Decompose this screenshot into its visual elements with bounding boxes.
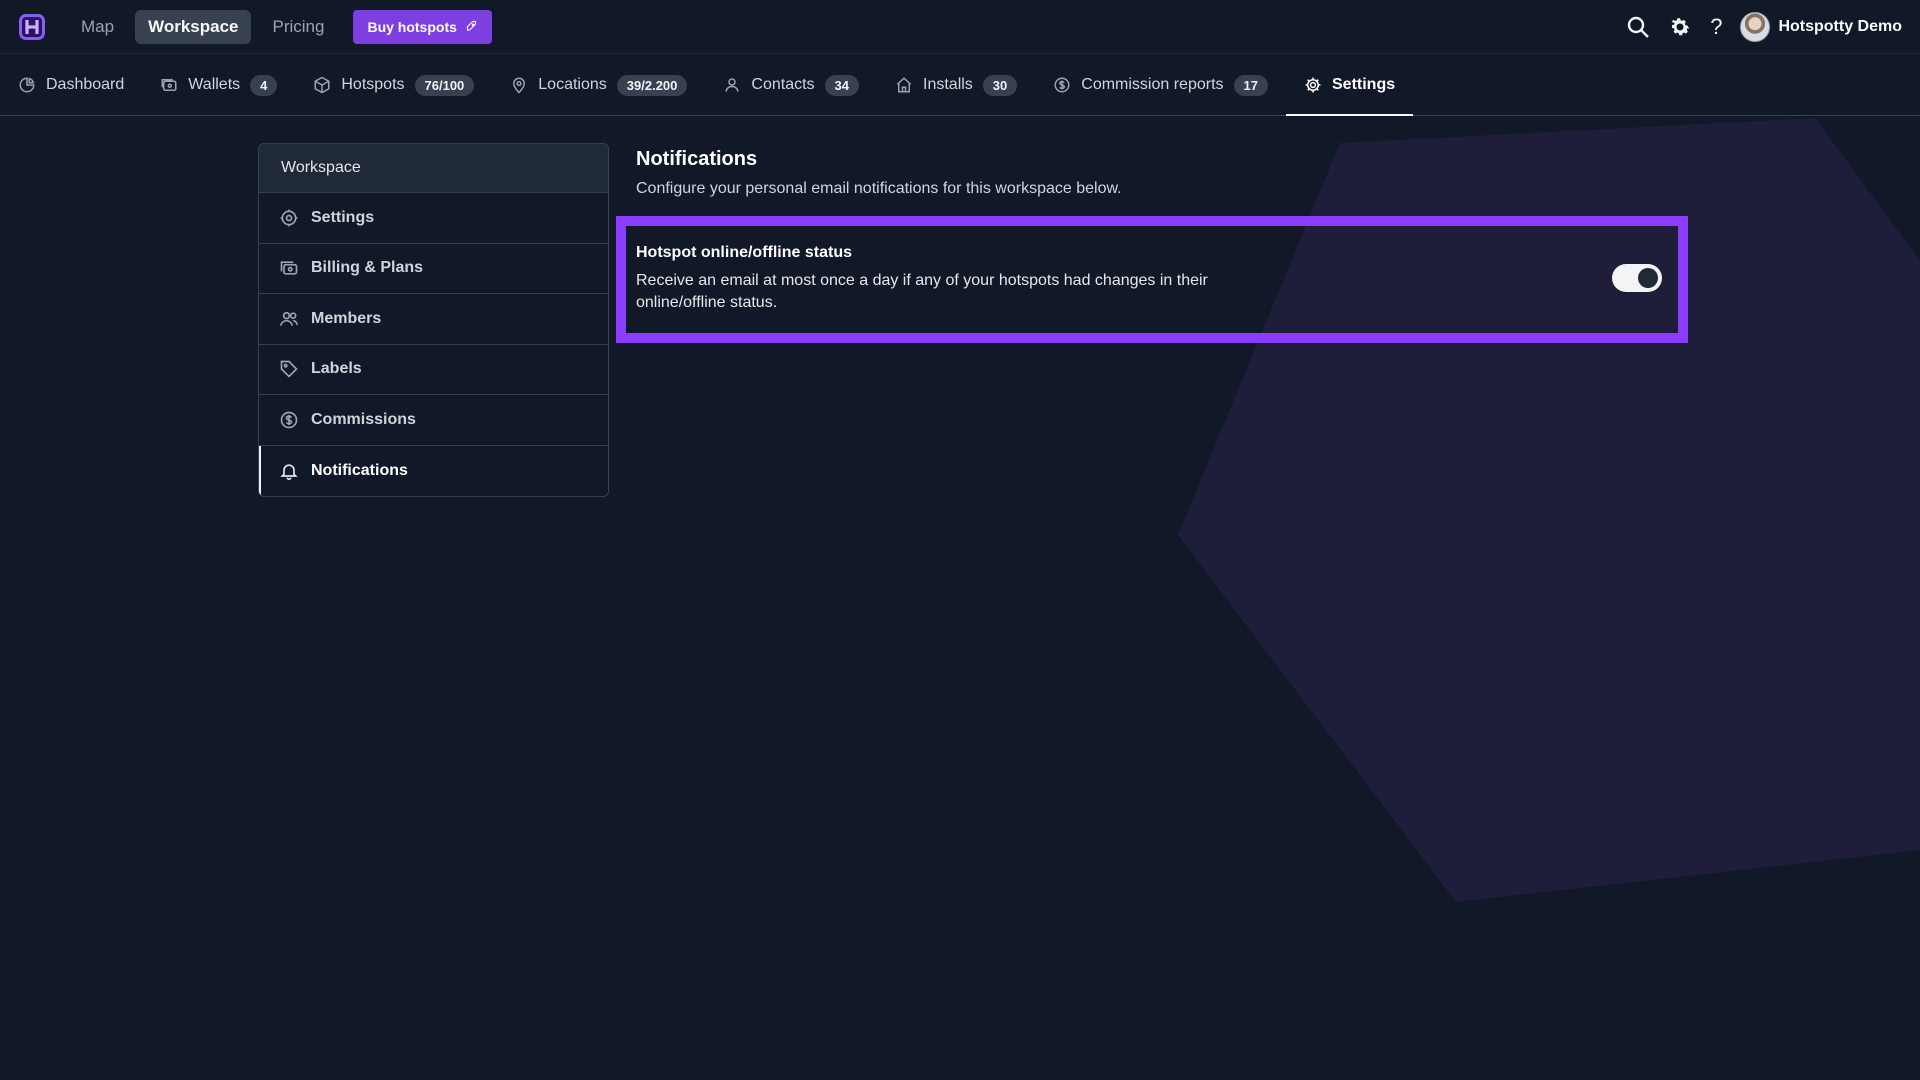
members-icon: [279, 311, 299, 326]
tab-settings[interactable]: Settings: [1286, 55, 1414, 116]
gear-icon: [1305, 77, 1321, 93]
dollar-circle-icon: [280, 411, 298, 429]
tab-commission-reports-count: 17: [1233, 74, 1268, 96]
location-pin-icon: [513, 77, 526, 94]
topnav-map[interactable]: Map: [68, 10, 127, 44]
gear-icon[interactable]: [1668, 15, 1692, 39]
tab-contacts[interactable]: Contacts 34: [723, 55, 859, 115]
dollar-circle-icon: [1054, 77, 1070, 93]
sidebar-item-label: Commissions: [311, 410, 416, 428]
tab-installs-label: Installs: [923, 76, 973, 93]
tab-hotspots-label: Hotspots: [341, 76, 405, 93]
tab-commission-reports[interactable]: Commission reports 17: [1053, 55, 1268, 115]
tab-hotspots[interactable]: Hotspots 76/100: [313, 55, 475, 115]
sidebar-item-settings[interactable]: Settings: [259, 193, 608, 244]
avatar: [1740, 11, 1771, 42]
dashboard-icon: [19, 77, 35, 93]
tab-contacts-label: Contacts: [751, 76, 815, 93]
cube-icon: [314, 76, 330, 94]
sidebar-item-label: Billing & Plans: [311, 259, 424, 277]
tag-icon: [280, 360, 298, 378]
sidebar-item-commissions[interactable]: Commissions: [259, 395, 608, 446]
home-icon: [896, 77, 912, 93]
sidebar-item-members[interactable]: Members: [259, 294, 608, 345]
tab-wallets-label: Wallets: [188, 76, 241, 93]
tab-wallets-count: 4: [250, 74, 278, 96]
sidebar-item-label: Labels: [311, 360, 362, 378]
bell-icon: [280, 464, 298, 480]
gear-icon: [280, 209, 298, 227]
sidebar-item-billing[interactable]: Billing & Plans: [259, 244, 608, 294]
notification-title: Hotspot online/offline status: [636, 244, 852, 261]
topnav-workspace[interactable]: Workspace: [135, 9, 252, 44]
workspace-tabs: Dashboard Wallets 4 Hotspots 76/100 Loca…: [0, 55, 1920, 116]
user-icon: [725, 78, 740, 92]
sidebar-item-notifications[interactable]: Notifications: [259, 445, 608, 496]
billing-icon: [280, 261, 298, 275]
tab-dashboard-label: Dashboard: [46, 76, 125, 93]
settings-sidebar: Workspace Settings Billing & Plans Membe…: [258, 143, 609, 497]
tab-hotspots-count: 76/100: [414, 74, 475, 96]
notifications-section: Notifications Configure your personal em…: [636, 148, 1686, 198]
user-menu[interactable]: Hotspotty Demo: [1740, 11, 1902, 42]
tab-dashboard[interactable]: Dashboard: [18, 55, 124, 115]
sidebar-header: Workspace: [259, 144, 608, 193]
page-subtitle: Configure your personal email notificati…: [636, 180, 1122, 197]
tab-locations-count: 39/2.200: [616, 74, 688, 96]
notification-description: Receive an email at most once a day if a…: [636, 272, 1208, 311]
buy-hotspots-button[interactable]: Buy hotspots: [353, 9, 492, 44]
help-icon[interactable]: ?: [1710, 14, 1722, 39]
topnav-pricing[interactable]: Pricing: [259, 10, 337, 44]
notification-setting: Hotspot online/offline status Receive an…: [636, 244, 1662, 314]
tab-locations[interactable]: Locations 39/2.200: [510, 55, 688, 115]
tab-wallets[interactable]: Wallets 4: [160, 55, 278, 115]
page-title: Notifications: [636, 148, 758, 170]
tab-installs[interactable]: Installs 30: [895, 55, 1018, 115]
tab-locations-label: Locations: [538, 76, 607, 93]
rocket-icon: [466, 20, 477, 31]
tab-contacts-count: 34: [824, 74, 859, 96]
buy-hotspots-label: Buy hotspots: [367, 18, 457, 35]
sidebar-item-labels[interactable]: Labels: [259, 345, 608, 395]
sidebar-item-label: Notifications: [311, 461, 408, 479]
tab-settings-label: Settings: [1332, 76, 1396, 93]
tab-installs-count: 30: [982, 74, 1018, 96]
toggle-knob: [1638, 268, 1658, 288]
logo-icon[interactable]: [18, 13, 46, 41]
top-bar: Map Workspace Pricing Buy hotspots ? Hot…: [0, 0, 1920, 54]
notification-toggle[interactable]: [1612, 264, 1662, 292]
wallet-icon: [161, 79, 177, 91]
sidebar-item-label: Settings: [311, 208, 375, 226]
tab-commission-reports-label: Commission reports: [1081, 76, 1224, 93]
sidebar-item-label: Members: [311, 309, 382, 327]
user-name: Hotspotty Demo: [1778, 17, 1902, 35]
search-icon[interactable]: [1626, 15, 1650, 39]
